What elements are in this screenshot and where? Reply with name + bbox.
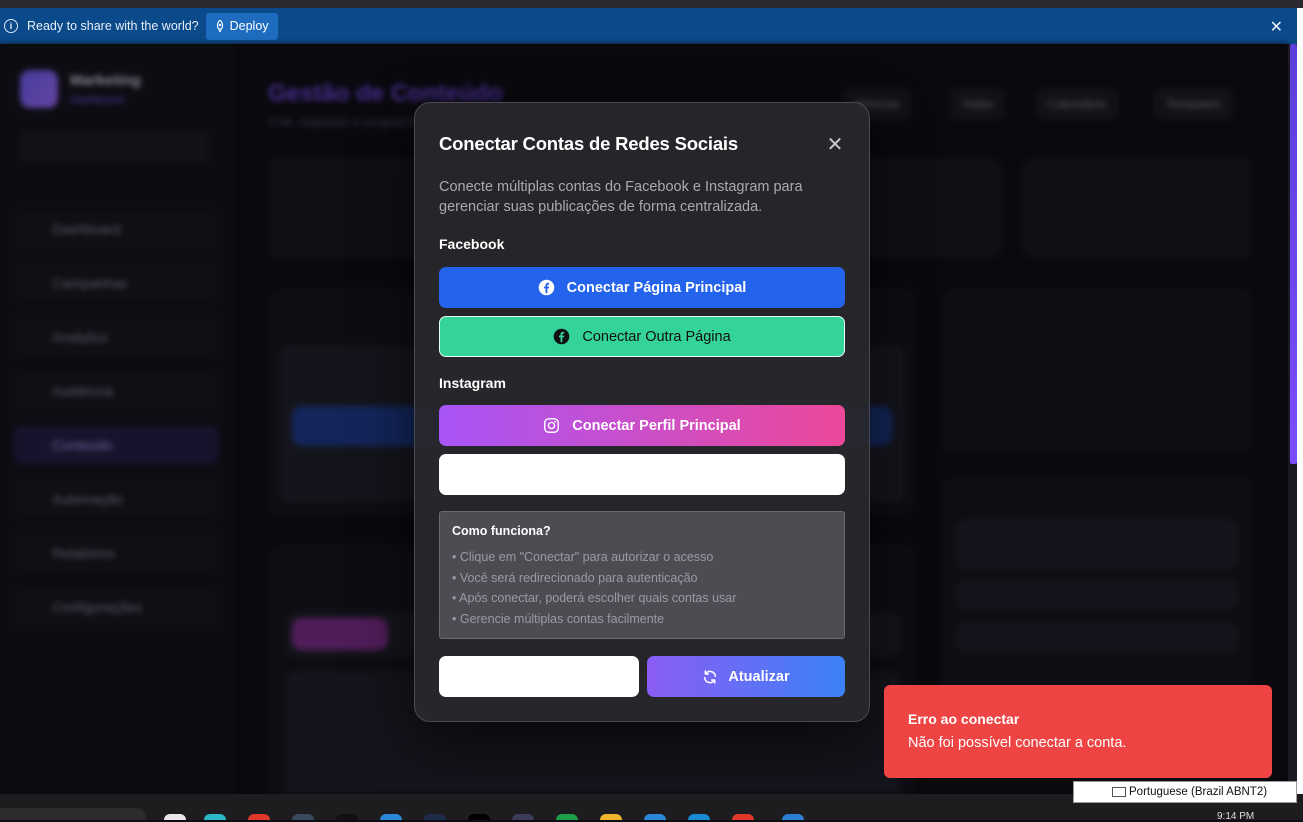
- taskbar-app-icon[interactable]: [732, 814, 754, 820]
- connect-facebook-main-label: Conectar Página Principal: [566, 279, 747, 296]
- deploy-label: Deploy: [229, 19, 269, 33]
- taskbar-app-icon[interactable]: [292, 814, 314, 820]
- taskbar-app-icon[interactable]: [248, 814, 270, 820]
- how-it-works-item: • Você será redirecionado para autentica…: [452, 570, 698, 585]
- taskbar-app-icon[interactable]: [688, 814, 710, 820]
- taskbar-app-icon[interactable]: [468, 814, 490, 820]
- refresh-label: Atualizar: [728, 668, 790, 685]
- connect-instagram-other-button[interactable]: [439, 454, 845, 495]
- taskbar-app-icon[interactable]: [204, 814, 226, 820]
- refresh-icon: [704, 669, 717, 684]
- taskbar-search[interactable]: [0, 808, 146, 820]
- taskbar-app-icon[interactable]: [380, 814, 402, 820]
- connect-facebook-other-label: Conectar Outra Página: [582, 328, 731, 345]
- dialog-close-icon[interactable]: ✕: [825, 135, 845, 155]
- language-indicator[interactable]: Portuguese (Brazil ABNT2): [1073, 781, 1297, 803]
- cancel-button[interactable]: [439, 656, 639, 697]
- dialog-title: Conectar Contas de Redes Sociais: [439, 133, 738, 154]
- how-it-works-title: Como funciona?: [452, 524, 551, 538]
- vscode-icon[interactable]: [782, 814, 804, 820]
- taskbar-clock: 9:14 PM: [1217, 811, 1255, 822]
- taskbar-app-icon[interactable]: [556, 814, 578, 820]
- connect-facebook-main-button[interactable]: Conectar Página Principal: [439, 267, 845, 308]
- deploy-banner: i Ready to share with the world? Deploy …: [0, 8, 1297, 44]
- how-it-works-box: Como funciona? • Clique em "Conectar" pa…: [439, 511, 845, 639]
- connect-instagram-main-label: Conectar Perfil Principal: [572, 417, 741, 434]
- window-top-edge: [0, 0, 1303, 8]
- facebook-icon: [554, 328, 570, 345]
- connect-accounts-dialog: Conectar Contas de Redes Sociais ✕ Conec…: [414, 102, 870, 722]
- rocket-icon: [216, 20, 223, 32]
- taskbar-app-icon[interactable]: [512, 814, 534, 820]
- how-it-works-item: • Gerencie múltiplas contas facilmente: [452, 611, 665, 626]
- refresh-button[interactable]: Atualizar: [647, 656, 845, 697]
- instagram-heading: Instagram: [439, 375, 506, 391]
- how-it-works-item: • Clique em "Conectar" para autorizar o …: [452, 550, 714, 564]
- facebook-heading: Facebook: [439, 236, 505, 252]
- language-label: Portuguese (Brazil ABNT2): [1129, 786, 1268, 798]
- toast-title: Erro ao conectar: [908, 711, 1020, 727]
- how-it-works-item: • Após conectar, poderá escolher quais c…: [452, 591, 737, 605]
- start-icon[interactable]: [164, 814, 186, 820]
- info-icon: i: [4, 19, 18, 33]
- banner-close-icon[interactable]: ✕: [1270, 17, 1283, 37]
- banner-text: Ready to share with the world?: [27, 19, 199, 33]
- page-scrollbar-thumb[interactable]: [1290, 44, 1297, 464]
- facebook-icon: [538, 279, 554, 296]
- toast-description: Não foi possível conectar a conta.: [908, 735, 1127, 751]
- taskbar-app-icon[interactable]: [424, 814, 446, 820]
- connect-instagram-main-button[interactable]: Conectar Perfil Principal: [439, 405, 845, 446]
- taskbar-app-icon[interactable]: [644, 814, 666, 820]
- taskbar-app-icon[interactable]: [336, 814, 358, 820]
- keyboard-icon: [1112, 787, 1126, 797]
- dialog-description: Conecte múltiplas contas do Facebook e I…: [439, 179, 803, 215]
- instagram-icon: [544, 418, 560, 433]
- deploy-button[interactable]: Deploy: [205, 12, 278, 40]
- error-toast[interactable]: Erro ao conectar Não foi possível conect…: [884, 685, 1272, 778]
- folder-icon[interactable]: [600, 814, 622, 820]
- window-right-edge: [1297, 8, 1303, 794]
- connect-facebook-other-button[interactable]: Conectar Outra Página: [439, 316, 845, 357]
